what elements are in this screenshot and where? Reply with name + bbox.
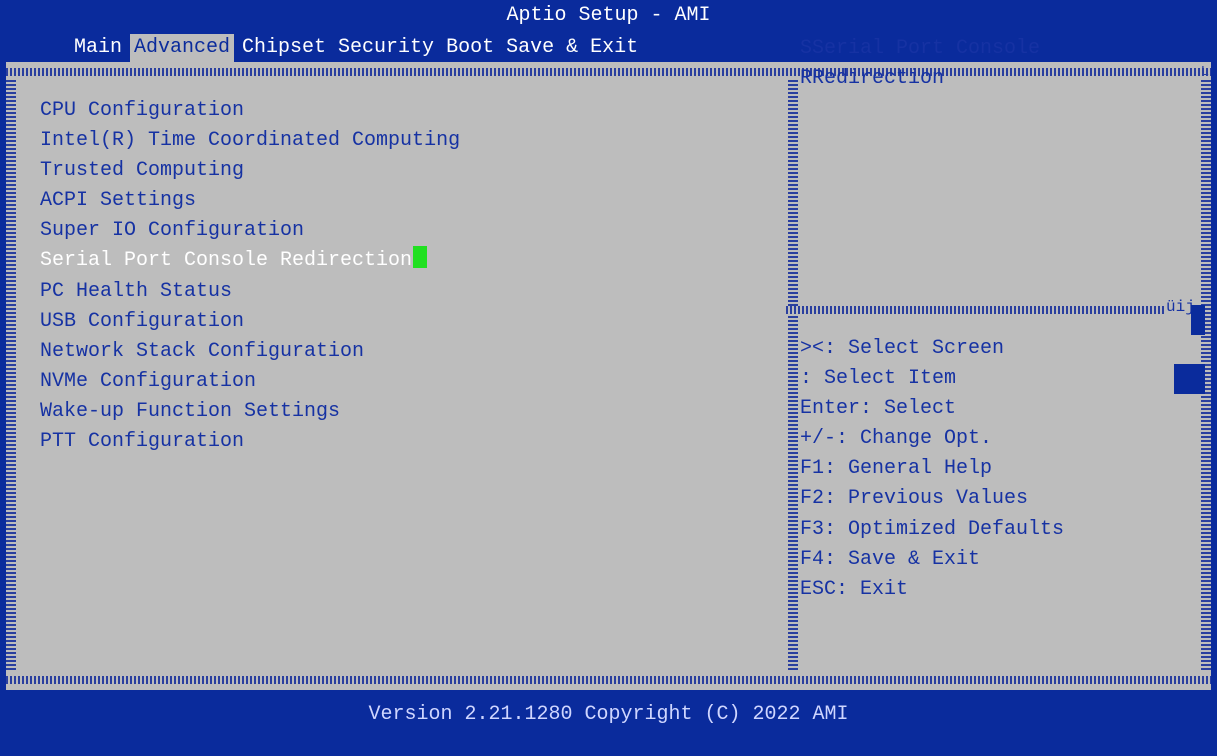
menu-item-trusted-computing[interactable]: Trusted Computing [40, 156, 460, 186]
app-title: Aptio Setup - AMI [506, 4, 711, 27]
menu-item-cpu-configuration[interactable]: CPU Configuration [40, 96, 460, 126]
menu-item-usb-configuration[interactable]: USB Configuration [40, 307, 460, 337]
tab-boot[interactable]: Boot [442, 34, 498, 62]
tab-advanced[interactable]: Advanced [130, 34, 235, 62]
tab-chipset[interactable]: Chipset [238, 34, 330, 62]
version-footer: Version 2.21.1280 Copyright (C) 2022 AMI [368, 703, 849, 726]
scrollbar-top-marker[interactable] [1191, 305, 1205, 335]
menu-item-intel-tcc[interactable]: Intel(R) Time Coordinated Computing [40, 126, 460, 156]
menu-item-ptt-configuration[interactable]: PTT Configuration [40, 427, 460, 457]
key-esc-exit: ESC: Exit [800, 577, 909, 601]
bottom-border [6, 676, 1211, 684]
left-border [6, 80, 16, 672]
tab-save-exit[interactable]: Save & Exit [502, 34, 642, 62]
key-change-opt: +/-: Change Opt. [800, 427, 993, 451]
menu-item-super-io[interactable]: Super IO Configuration [40, 216, 460, 246]
settings-menu: CPU Configuration Intel(R) Time Coordina… [40, 96, 460, 457]
key-enter-select: Enter: Select [800, 397, 957, 421]
menu-item-network-stack[interactable]: Network Stack Configuration [40, 337, 460, 367]
divider [788, 80, 798, 672]
scrollbar-thumb[interactable] [1174, 364, 1205, 394]
menu-item-nvme-configuration[interactable]: NVMe Configuration [40, 367, 460, 397]
key-optimized-defaults: F3: Optimized Defaults [800, 517, 1065, 541]
tab-bar: Main Advanced Chipset Security Boot Save… [70, 34, 646, 62]
tab-main[interactable]: Main [70, 34, 126, 62]
key-select-screen: ><: Select Screen [800, 337, 1005, 360]
menu-item-acpi-settings[interactable]: ACPI Settings [40, 186, 460, 216]
help-line-2: RRedirection [800, 67, 945, 90]
key-save-exit: F4: Save & Exit [800, 547, 981, 571]
key-help-list: ><: Select Screen : Select Item Enter: S… [800, 334, 1064, 605]
tab-security[interactable]: Security [334, 34, 438, 62]
menu-item-serial-port-console-redirection[interactable]: Serial Port Console Redirection [40, 246, 460, 276]
help-separator [786, 306, 1164, 314]
menu-item-pc-health-status[interactable]: PC Health Status [40, 277, 460, 307]
help-panel: SSerial Port Console RRedirection [800, 34, 1170, 94]
text-cursor [413, 246, 428, 269]
menu-item-wake-up-function[interactable]: Wake-up Function Settings [40, 397, 460, 427]
key-select-item: : Select Item [800, 367, 957, 391]
corner-glyph: L [1200, 64, 1209, 80]
key-general-help: F1: General Help [800, 457, 993, 481]
menu-item-label: Serial Port Console Redirection [40, 249, 413, 273]
help-line-1: SSerial Port Console [800, 37, 1041, 60]
key-previous-values: F2: Previous Values [800, 487, 1029, 511]
